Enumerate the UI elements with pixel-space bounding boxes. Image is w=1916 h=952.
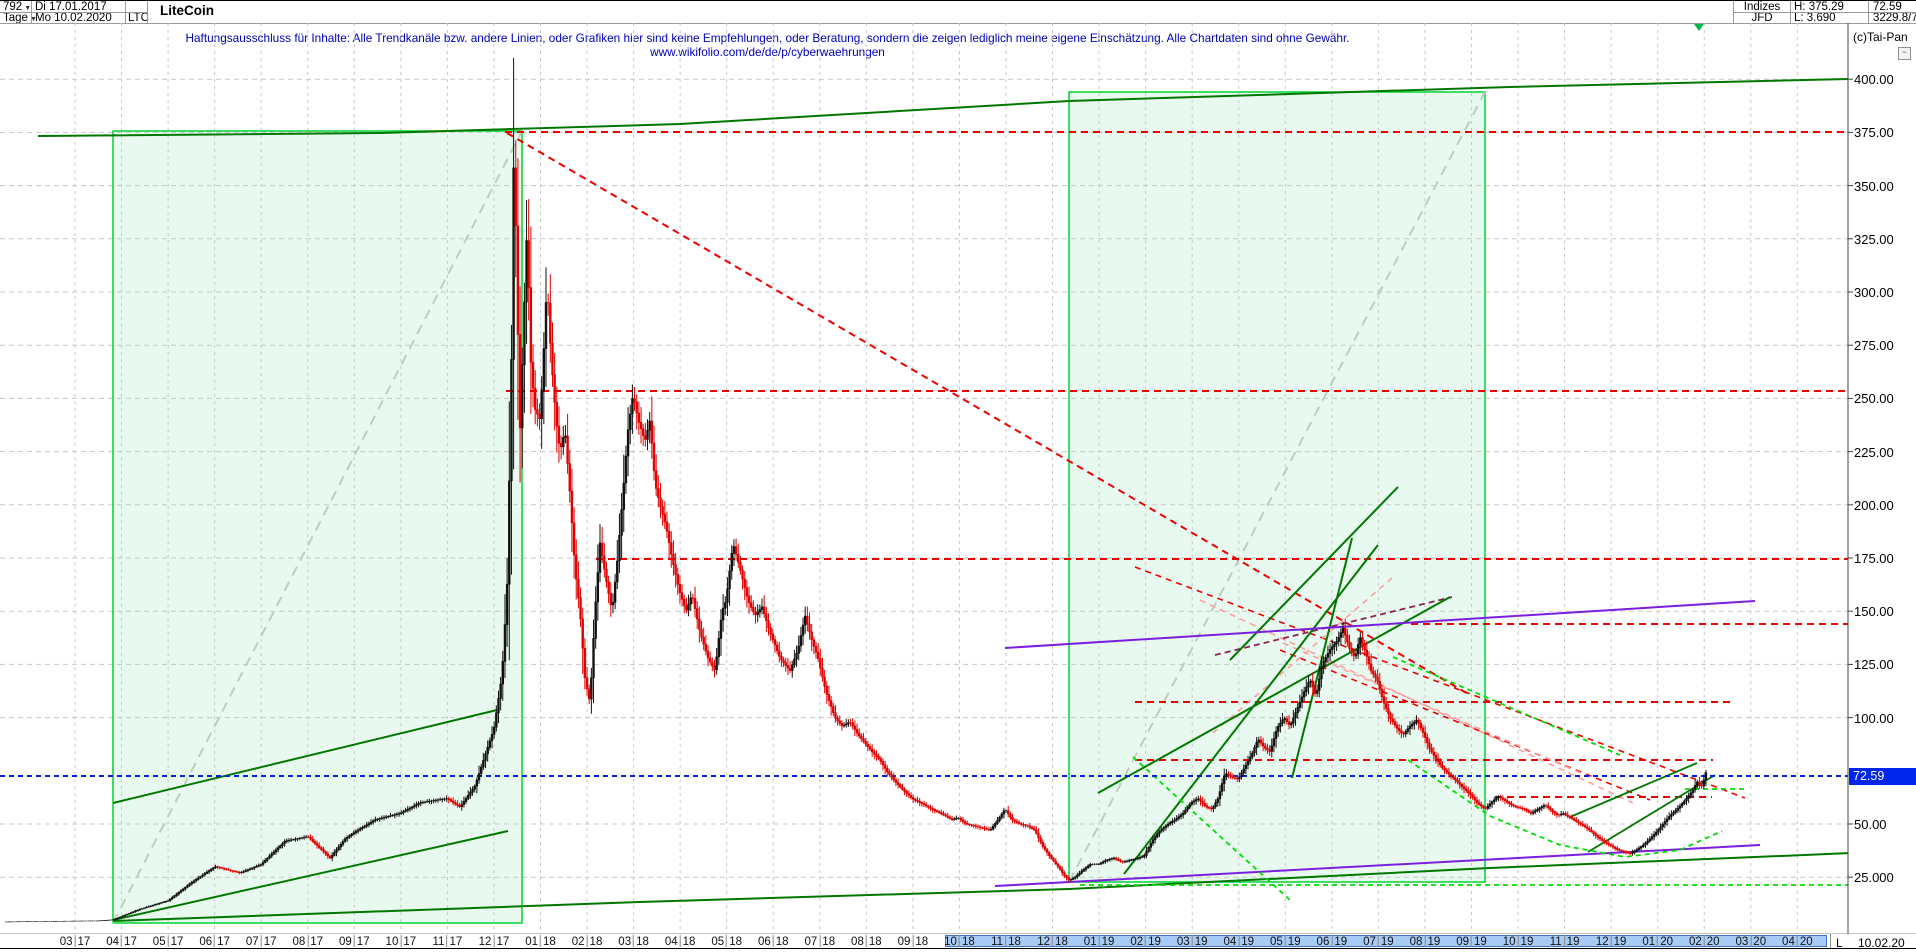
- month-tick: [353, 935, 355, 947]
- x-axis-label: 03 19: [1176, 935, 1208, 948]
- month-tick: [1284, 935, 1286, 947]
- month-tick: [1238, 935, 1240, 947]
- month-tick: [1005, 935, 1007, 947]
- price-chart: [0, 23, 1916, 948]
- month-tick: [1517, 935, 1519, 947]
- month-tick: [1750, 935, 1752, 947]
- x-axis-label: 01 18: [525, 935, 556, 948]
- y-axis-label: 350.00: [1854, 178, 1894, 194]
- x-axis-label: 02 19: [1130, 935, 1161, 948]
- x-axis-label: 08 18: [851, 935, 882, 948]
- x-axis-label: 02 20: [1688, 935, 1720, 948]
- month-tick: [307, 935, 309, 947]
- plot-area: [0, 23, 1848, 934]
- x-axis-label: 07 18: [804, 935, 836, 948]
- x-axis-label: 07 19: [1363, 935, 1394, 948]
- last-price-badge: 72.59: [1849, 768, 1916, 785]
- month-tick: [1796, 935, 1798, 947]
- x-axis-label: 10 18: [944, 935, 975, 948]
- x-axis-label: 06 17: [199, 935, 230, 948]
- trend-top: [37, 78, 1848, 137]
- month-tick: [819, 935, 821, 947]
- x-axis-label: 06 18: [757, 935, 789, 948]
- month-tick: [1703, 935, 1705, 947]
- y-axis-label: 300.00: [1854, 285, 1894, 300]
- axis-divider: [1830, 934, 1831, 948]
- x-axis-label: 04 18: [664, 935, 696, 948]
- month-tick: [540, 935, 541, 947]
- x-axis-label: 08 19: [1409, 935, 1441, 948]
- x-axis-label: 04 20: [1782, 935, 1813, 948]
- x-axis-label: 04 19: [1223, 935, 1255, 948]
- month-tick: [958, 935, 960, 947]
- month-tick: [214, 935, 216, 947]
- month-tick: [446, 935, 448, 947]
- month-tick: [1052, 935, 1054, 947]
- y-axis-label: 275.00: [1854, 338, 1894, 354]
- x-axis-label: 09 17: [339, 935, 370, 948]
- month-tick: [1563, 935, 1565, 947]
- month-tick: [679, 935, 681, 947]
- x-axis-label: 09 18: [897, 935, 929, 948]
- axis-bottom-border: [0, 948, 1916, 949]
- month-tick: [121, 935, 123, 947]
- x-axis-label: 04 17: [106, 935, 137, 948]
- month-tick: [400, 935, 402, 947]
- x-axis-label: 11 19: [1549, 935, 1580, 948]
- month-tick: [1098, 935, 1100, 947]
- y-axis-label: 100.00: [1854, 710, 1894, 726]
- x-axis: 03 17 04 17 05 17 06 17 07 17 08 17 09 17 10 17 11 17 12 17…: [0, 934, 1916, 948]
- y-axis-label: 375.00: [1854, 125, 1894, 141]
- y-axis-label: 400.00: [1854, 72, 1894, 88]
- y-axis-label: 125.00: [1854, 657, 1894, 673]
- y-axis-label: 250.00: [1854, 391, 1894, 407]
- month-tick: [633, 935, 635, 947]
- month-tick: [260, 935, 262, 947]
- x-axis-label: 03 18: [618, 935, 649, 948]
- month-tick: [1377, 935, 1379, 947]
- month-tick: [1331, 935, 1333, 947]
- x-axis-label: 10 17: [385, 935, 417, 948]
- x-axis-label: 03 20: [1735, 935, 1767, 948]
- month-tick: [167, 935, 169, 947]
- x-axis-label: 07 17: [245, 935, 277, 948]
- x-axis-label: 11 17: [432, 935, 463, 948]
- y-axis-label: 50.00: [1854, 817, 1887, 832]
- x-axis-label: 01 20: [1642, 935, 1673, 948]
- month-tick: [1610, 935, 1612, 947]
- y-axis-label: 150.00: [1854, 604, 1894, 620]
- y-axis-label: 175.00: [1854, 551, 1894, 566]
- x-axis-label: 05 17: [152, 935, 184, 948]
- month-tick: [726, 935, 728, 947]
- month-tick: [772, 935, 774, 947]
- x-axis-label: 10 19: [1502, 935, 1534, 948]
- month-tick: [1145, 935, 1147, 947]
- y-axis-label: 225.00: [1854, 444, 1894, 460]
- x-axis-label: 08 17: [292, 935, 324, 948]
- x-axis-label: 05 18: [711, 935, 742, 948]
- y-axis-label: 325.00: [1854, 231, 1894, 247]
- month-tick: [74, 935, 76, 947]
- x-axis-label: 12 18: [1037, 935, 1068, 948]
- month-tick: [493, 935, 495, 947]
- month-tick: [1424, 935, 1426, 947]
- month-tick: [586, 935, 588, 947]
- x-axis-label: 02 18: [571, 935, 603, 948]
- y-axis-label: 25.000: [1854, 870, 1894, 886]
- x-axis-label: 12 19: [1595, 935, 1627, 948]
- month-tick: [912, 935, 914, 947]
- x-axis-label: 12 17: [478, 935, 510, 948]
- y-axis-label: 200.00: [1854, 497, 1894, 513]
- taipan-chart-window: { "header": { "bar_count": "792", "perio…: [0, 0, 1916, 952]
- x-axis-label: 01 19: [1083, 935, 1115, 948]
- x-axis-label: 09 19: [1456, 935, 1487, 948]
- month-tick: [1191, 935, 1193, 947]
- x-axis-label: 06 19: [1316, 935, 1348, 948]
- x-axis-label: 05 19: [1270, 935, 1301, 948]
- x-axis-label: 03 17: [59, 935, 91, 948]
- month-tick: [865, 935, 867, 947]
- month-tick: [1471, 935, 1472, 947]
- month-tick: [1657, 935, 1659, 947]
- x-axis-label: 11 18: [991, 935, 1021, 948]
